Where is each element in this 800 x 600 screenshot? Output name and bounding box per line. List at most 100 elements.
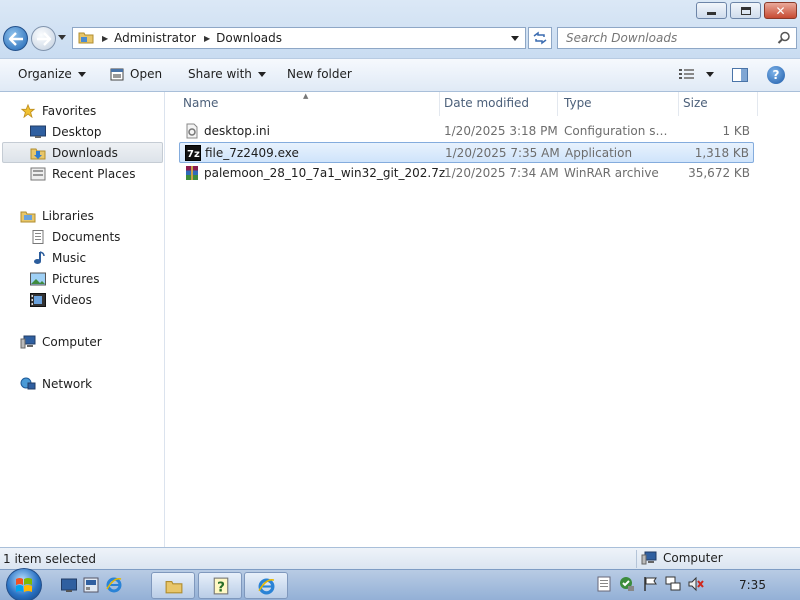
- nav-item-downloads[interactable]: Downloads: [2, 142, 163, 163]
- internet-explorer-icon: [258, 578, 275, 595]
- breadcrumb-administrator[interactable]: Administrator: [114, 31, 196, 45]
- column-divider[interactable]: [757, 92, 758, 116]
- chevron-down-icon[interactable]: [706, 71, 714, 77]
- nav-item-desktop[interactable]: Desktop: [30, 121, 102, 142]
- status-divider: [636, 550, 637, 568]
- window-controls: ✕: [696, 2, 797, 19]
- nav-computer[interactable]: Computer: [20, 331, 102, 352]
- help-button[interactable]: ?: [767, 66, 785, 84]
- back-button[interactable]: [3, 26, 28, 51]
- recent-pages-dropdown[interactable]: [58, 35, 66, 40]
- file-row[interactable]: desktop.ini 1/20/2025 3:18 PM Configurat…: [179, 121, 754, 142]
- file-name: palemoon_28_10_7a1_win32_git_202.7z: [204, 166, 446, 180]
- column-header-date[interactable]: Date modified: [444, 96, 529, 110]
- minimize-button[interactable]: [696, 2, 727, 19]
- nav-libraries-label: Libraries: [42, 208, 94, 223]
- refresh-button[interactable]: [528, 27, 552, 49]
- forward-button[interactable]: [31, 26, 56, 51]
- search-icon[interactable]: [777, 31, 791, 45]
- new-folder-button[interactable]: New folder: [287, 67, 352, 81]
- file-size: 35,672 KB: [688, 166, 750, 180]
- nav-network-label: Network: [42, 376, 93, 391]
- taskbar-help-button[interactable]: ?: [198, 572, 242, 599]
- breadcrumb-downloads[interactable]: Downloads: [216, 31, 282, 45]
- network-icon: [20, 377, 36, 389]
- winrar-icon: [186, 166, 198, 180]
- sort-ascending-icon: ▲: [303, 92, 309, 100]
- nav-item-documents[interactable]: Documents: [30, 226, 120, 247]
- breadcrumb-separator[interactable]: ▶: [204, 34, 210, 43]
- column-divider[interactable]: [678, 92, 679, 116]
- start-button[interactable]: [6, 568, 42, 600]
- selection-count: 1 item selected: [3, 552, 97, 566]
- action-center-flag-icon[interactable]: [642, 576, 658, 592]
- downloads-folder-icon: [30, 148, 46, 159]
- taskbar-clock[interactable]: 7:35: [739, 578, 766, 592]
- nav-item-label: Music: [52, 250, 87, 265]
- search-input[interactable]: [558, 28, 768, 48]
- windows-logo-icon: [16, 578, 32, 592]
- open-button[interactable]: Open: [110, 67, 162, 81]
- system-tray: [596, 576, 704, 592]
- taskbar-explorer-button[interactable]: [151, 572, 195, 599]
- network-status-icon[interactable]: [665, 576, 681, 592]
- new-folder-label: New folder: [287, 67, 352, 81]
- open-icon: [110, 68, 124, 80]
- command-bar: Organize Open Share with New folder ?: [0, 58, 800, 92]
- help-icon: ?: [772, 68, 780, 82]
- file-row[interactable]: 7z file_7z2409.exe 1/20/2025 7:35 AM App…: [179, 142, 754, 163]
- volume-muted-icon[interactable]: [688, 576, 704, 592]
- nav-item-videos[interactable]: Videos: [30, 289, 92, 310]
- minimize-icon: [707, 11, 716, 15]
- server-manager-icon[interactable]: [83, 577, 99, 593]
- column-header-name[interactable]: Name: [183, 96, 218, 110]
- column-header-type[interactable]: Type: [564, 96, 592, 110]
- forward-arrow-icon: [37, 32, 52, 46]
- column-header-size[interactable]: Size: [683, 96, 708, 110]
- nav-item-label: Desktop: [52, 124, 102, 139]
- organize-button[interactable]: Organize: [18, 67, 86, 81]
- nav-favorites[interactable]: Favorites: [20, 100, 96, 121]
- title-bar: ✕ ▶ Administrator ▶ Downloads: [0, 0, 800, 58]
- chevron-down-icon: [257, 71, 266, 77]
- chevron-down-icon: [77, 71, 86, 77]
- details-view-icon: [679, 69, 694, 79]
- show-desktop-icon[interactable]: [61, 577, 77, 593]
- close-button[interactable]: ✕: [764, 2, 797, 19]
- change-view-button[interactable]: [679, 68, 714, 80]
- desktop-icon: [30, 125, 46, 138]
- share-with-button[interactable]: Share with: [188, 67, 266, 81]
- address-dropdown-icon[interactable]: [511, 36, 519, 41]
- nav-libraries[interactable]: Libraries: [20, 205, 94, 226]
- address-bar[interactable]: ▶ Administrator ▶ Downloads: [72, 27, 526, 49]
- nav-item-pictures[interactable]: Pictures: [30, 268, 100, 289]
- status-location-label: Computer: [663, 551, 723, 565]
- nav-network[interactable]: Network: [20, 373, 92, 394]
- file-date: 1/20/2025 7:35 AM: [445, 146, 560, 160]
- preview-pane-button[interactable]: [732, 68, 748, 82]
- maximize-button[interactable]: [730, 2, 761, 19]
- column-divider[interactable]: [439, 92, 440, 116]
- taskbar-ie-button[interactable]: [244, 572, 288, 599]
- file-list: ▲ Name Date modified Type Size desktop.i…: [165, 92, 800, 547]
- security-shield-icon[interactable]: [619, 576, 635, 592]
- notes-icon[interactable]: [596, 576, 612, 592]
- recent-places-icon: [30, 167, 46, 180]
- nav-item-label: Documents: [52, 229, 121, 244]
- breadcrumb-separator[interactable]: ▶: [102, 34, 108, 43]
- file-type: WinRAR archive: [564, 166, 659, 180]
- nav-item-recent-places[interactable]: Recent Places: [30, 163, 135, 184]
- navigation-pane: Favorites Desktop Downloads Recent Place…: [0, 92, 165, 547]
- file-date: 1/20/2025 3:18 PM: [444, 124, 558, 138]
- column-divider[interactable]: [557, 92, 558, 116]
- search-box[interactable]: [557, 27, 797, 49]
- config-file-icon: [186, 123, 198, 139]
- libraries-icon: [20, 211, 36, 222]
- nav-item-label: Downloads: [52, 145, 118, 160]
- file-name: file_7z2409.exe: [205, 146, 299, 160]
- taskbar: ? 7:35: [0, 568, 800, 600]
- svg-text:?: ?: [217, 580, 225, 595]
- internet-explorer-icon[interactable]: [106, 577, 122, 593]
- file-row[interactable]: palemoon_28_10_7a1_win32_git_202.7z 1/20…: [179, 163, 754, 184]
- nav-item-music[interactable]: Music: [30, 247, 86, 268]
